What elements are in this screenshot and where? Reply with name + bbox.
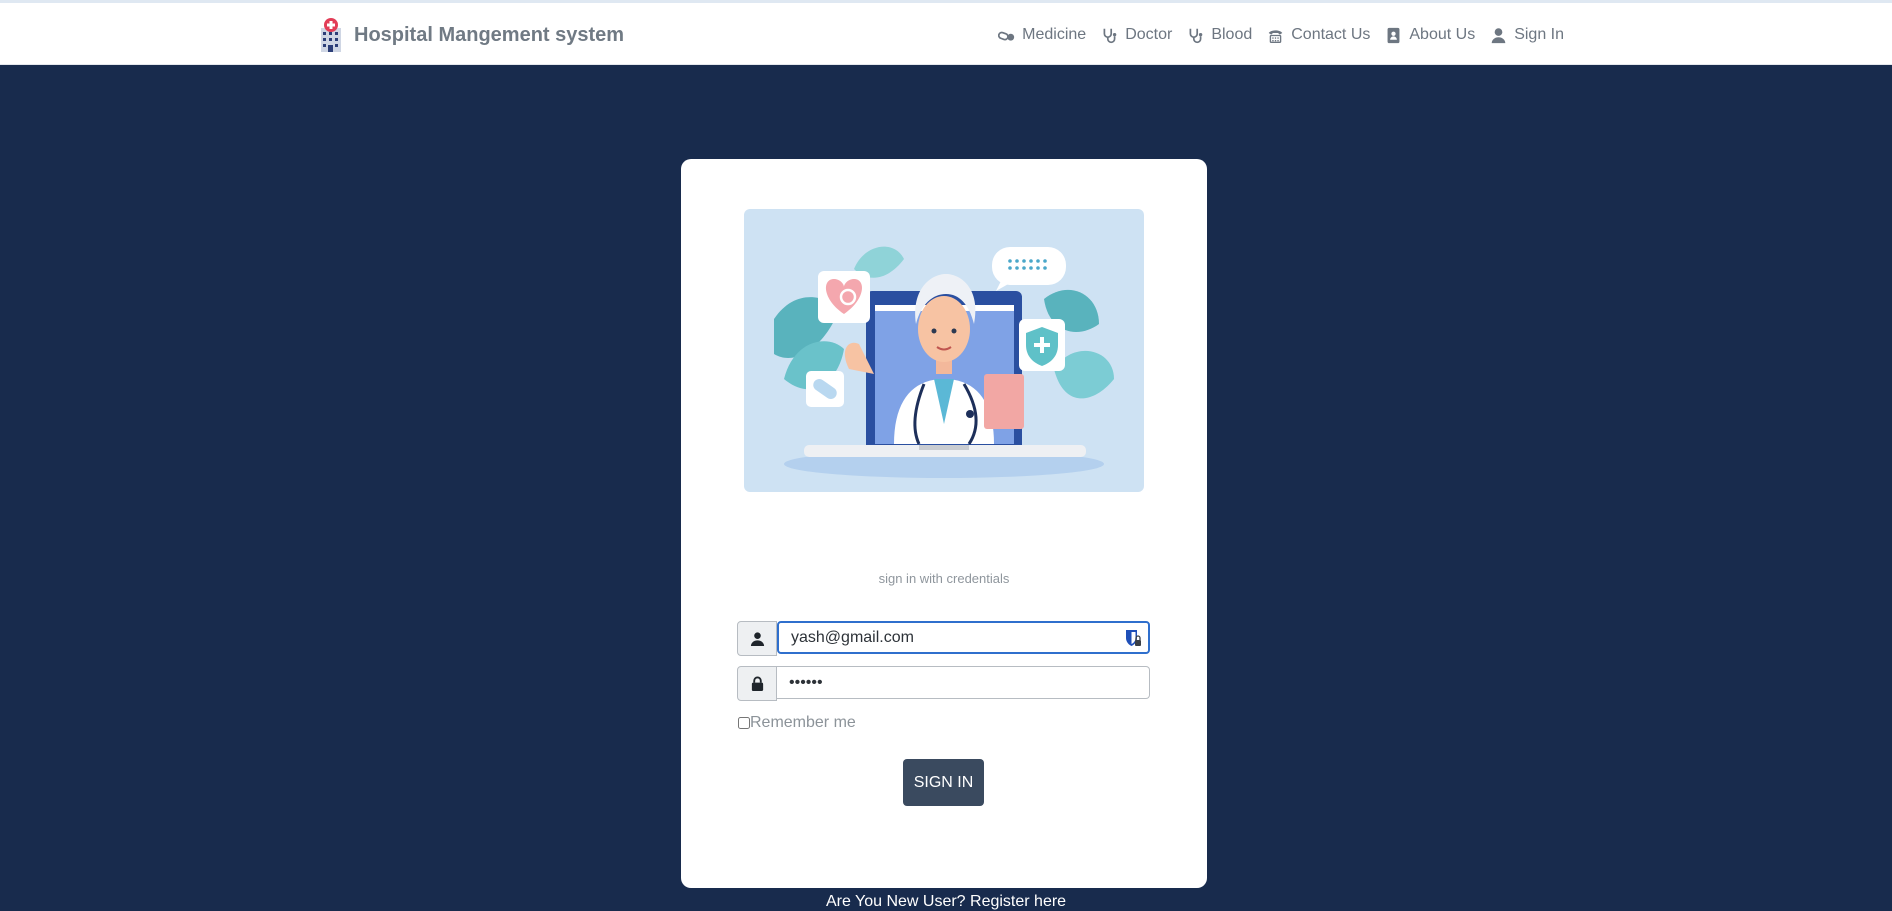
nav-item-contact[interactable]: Contact Us bbox=[1267, 26, 1370, 44]
stethoscope-icon bbox=[1189, 28, 1203, 43]
password-input[interactable] bbox=[777, 666, 1150, 699]
remember-checkbox[interactable] bbox=[738, 717, 750, 729]
nav-label-signin: Sign In bbox=[1514, 26, 1564, 43]
password-field-group bbox=[737, 666, 1150, 701]
address-book-icon bbox=[1387, 27, 1400, 43]
password-addon bbox=[737, 666, 777, 701]
email-input[interactable] bbox=[777, 621, 1150, 654]
user-icon bbox=[750, 632, 764, 646]
phone-icon bbox=[1268, 29, 1283, 43]
stethoscope-icon bbox=[1103, 28, 1117, 43]
remember-me[interactable]: Remember me bbox=[738, 714, 856, 732]
nav-item-blood[interactable]: Blood bbox=[1187, 26, 1252, 44]
doctor-illustration bbox=[744, 209, 1144, 492]
navbar: Hospital Mangement system Medicine Docto… bbox=[0, 3, 1892, 65]
hospital-building-icon bbox=[321, 18, 341, 52]
nav-item-doctor[interactable]: Doctor bbox=[1101, 26, 1172, 44]
email-field-group bbox=[737, 621, 1150, 656]
nav-label-blood: Blood bbox=[1211, 26, 1253, 43]
sign-in-button[interactable]: SIGN IN bbox=[903, 759, 984, 806]
nav-item-signin[interactable]: Sign In bbox=[1490, 26, 1564, 44]
password-manager-icon[interactable] bbox=[1124, 628, 1142, 648]
nav-label-doctor: Doctor bbox=[1125, 26, 1173, 43]
remember-label: Remember me bbox=[750, 714, 856, 731]
nav-label-about: About Us bbox=[1409, 26, 1476, 43]
main-nav: Medicine Doctor Blood Contact Us About U… bbox=[983, 17, 1564, 53]
login-card: sign in with credentials Remember me SIG… bbox=[681, 159, 1207, 888]
signin-subtitle: sign in with credentials bbox=[878, 571, 1010, 586]
pills-icon bbox=[998, 31, 1015, 41]
brand[interactable]: Hospital Mangement system bbox=[318, 17, 624, 53]
brand-title: Hospital Mangement system bbox=[354, 23, 625, 46]
email-addon bbox=[737, 621, 777, 656]
nav-item-about[interactable]: About Us bbox=[1385, 26, 1475, 44]
user-icon bbox=[1491, 27, 1506, 43]
register-link[interactable]: Are You New User? Register here bbox=[0, 893, 1892, 911]
lock-icon bbox=[751, 676, 763, 691]
nav-label-contact: Contact Us bbox=[1291, 26, 1371, 43]
doctor-on-laptop-illustration bbox=[774, 246, 1114, 478]
nav-item-medicine[interactable]: Medicine bbox=[998, 26, 1086, 44]
nav-label-medicine: Medicine bbox=[1022, 26, 1087, 43]
